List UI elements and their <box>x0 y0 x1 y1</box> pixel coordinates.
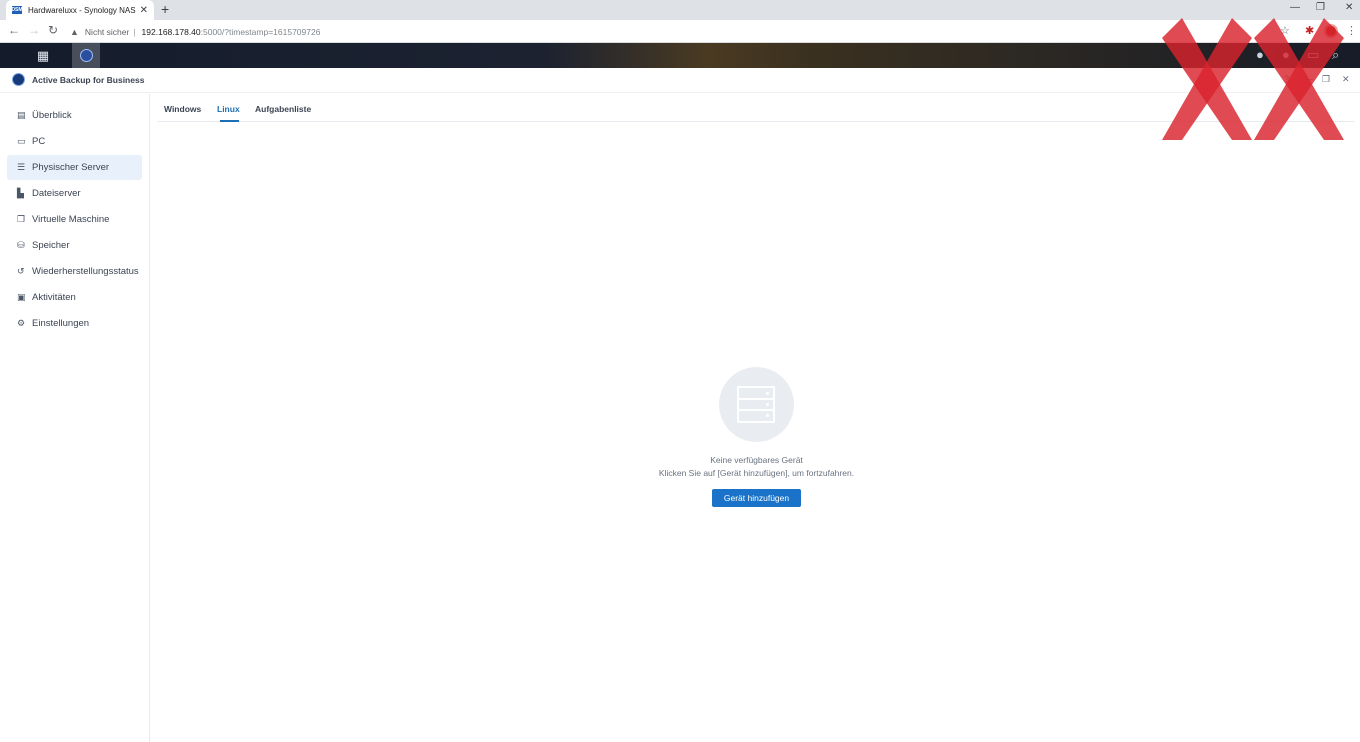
sidebar-item-label: Physischer Server <box>32 162 110 173</box>
empty-state-hint: Klicken Sie auf [Gerät hinzufügen], um f… <box>658 468 855 478</box>
new-tab-button[interactable]: + <box>161 1 169 17</box>
storage-icon: ⛁ <box>17 240 25 250</box>
sidebar-item-storage[interactable]: ⛁ Speicher <box>7 233 142 258</box>
address-separator: | <box>133 26 136 37</box>
address-bar[interactable]: ▲ Nicht sicher | 192.168.178.40:5000/?ti… <box>70 22 1270 41</box>
sidebar-item-settings[interactable]: ⚙ Einstellungen <box>7 311 142 336</box>
back-button[interactable]: ← <box>8 23 20 37</box>
dsm-taskbar: ▦ ● ● ▭ ⌕ <box>0 43 1360 68</box>
reload-button[interactable]: ↻ <box>48 23 58 37</box>
chat-icon[interactable]: ● <box>1256 47 1264 62</box>
server-icon: ☰ <box>17 162 26 172</box>
sidebar-item-activities[interactable]: ▣ Aktivitäten <box>7 285 142 310</box>
sidebar-item-label: Aktivitäten <box>32 292 76 303</box>
browser-tab-strip: DSM Hardwareluxx - Synology NAS ✕ + — ❐ … <box>0 0 1360 20</box>
active-tab-indicator <box>220 120 239 122</box>
security-label: Nicht sicher <box>84 26 130 37</box>
active-backup-logo-icon <box>12 73 25 86</box>
url-path: :5000/?timestamp=1615709726 <box>200 26 321 37</box>
window-close-button[interactable]: ✕ <box>1345 2 1353 13</box>
forward-button[interactable]: → <box>28 23 40 37</box>
user-icon[interactable]: ● <box>1282 47 1290 62</box>
sidebar-item-label: Wiederherstellungsstatus <box>32 266 139 277</box>
browser-tab[interactable]: DSM Hardwareluxx - Synology NAS ✕ <box>6 0 154 20</box>
sidebar-item-label: PC <box>32 136 46 147</box>
warning-icon: ▲ <box>70 26 79 37</box>
sidebar: ▤ Überblick ▭ PC ☰ Physischer Server ▙ D… <box>0 94 150 742</box>
tab-close-icon[interactable]: ✕ <box>140 5 148 16</box>
settings-icon: ⚙ <box>17 318 26 328</box>
search-icon[interactable]: ⌕ <box>1332 47 1339 63</box>
tab-windows[interactable]: Windows <box>164 104 201 114</box>
help-icon[interactable]: ? <box>1284 74 1289 84</box>
app-minimize-icon[interactable]: — <box>1304 74 1313 84</box>
active-backup-icon <box>79 49 93 62</box>
tab-linux[interactable]: Linux <box>217 104 240 114</box>
main-menu-grid-icon[interactable]: ▦ <box>28 43 58 68</box>
app-title: Active Backup for Business <box>32 75 145 85</box>
sidebar-item-pc[interactable]: ▭ PC <box>7 129 142 154</box>
sidebar-item-physical-server[interactable]: ☰ Physischer Server <box>7 155 142 180</box>
sidebar-item-label: Virtuelle Maschine <box>32 214 110 225</box>
sidebar-item-file-server[interactable]: ▙ Dateiserver <box>7 181 142 206</box>
app-close-icon[interactable]: ✕ <box>1342 74 1350 85</box>
sidebar-item-overview[interactable]: ▤ Überblick <box>7 103 142 128</box>
bookmark-star-icon[interactable]: ☆ <box>1280 24 1290 37</box>
sidebar-item-label: Einstellungen <box>32 318 90 329</box>
sidebar-item-label: Überblick <box>32 110 72 121</box>
browser-menu-icon[interactable]: ⋮ <box>1346 24 1357 37</box>
widgets-icon[interactable]: ▭ <box>1307 47 1319 63</box>
app-maximize-icon[interactable]: ❐ <box>1322 74 1330 85</box>
empty-state-title: Keine verfügbares Gerät <box>710 455 803 465</box>
overview-icon: ▤ <box>17 110 26 120</box>
url-host: 192.168.178.40 <box>141 26 201 37</box>
pc-icon: ▭ <box>17 136 26 146</box>
add-device-button[interactable]: Gerät hinzufügen <box>712 489 801 507</box>
restore-status-icon: ↺ <box>17 266 25 276</box>
extension-icon[interactable]: ✱ <box>1305 24 1314 37</box>
file-server-icon: ▙ <box>17 188 24 198</box>
tab-task-list[interactable]: Aufgabenliste <box>255 104 311 114</box>
window-minimize-button[interactable]: — <box>1290 2 1300 13</box>
server-rack-icon <box>737 386 775 423</box>
sidebar-item-restore-status[interactable]: ↺ Wiederherstellungsstatus <box>7 259 142 284</box>
tab-bar: Windows Linux Aufgabenliste <box>158 94 1354 122</box>
app-window-header: Active Backup for Business ? — ❐ ✕ <box>0 68 1360 93</box>
browser-toolbar: ← → ↻ ▲ Nicht sicher | 192.168.178.40:50… <box>0 20 1360 43</box>
browser-tab-title: Hardwareluxx - Synology NAS <box>28 5 136 15</box>
profile-avatar[interactable] <box>1324 24 1338 38</box>
sidebar-item-label: Speicher <box>32 240 70 251</box>
window-restore-button[interactable]: ❐ <box>1316 2 1325 13</box>
active-backup-taskbar-button[interactable] <box>72 43 100 68</box>
sidebar-item-label: Dateiserver <box>32 188 81 199</box>
activities-icon: ▣ <box>17 292 26 302</box>
sidebar-item-virtual-machine[interactable]: ❐ Virtuelle Maschine <box>7 207 142 232</box>
virtual-machine-icon: ❐ <box>17 214 26 224</box>
dsm-favicon-icon: DSM <box>11 6 23 14</box>
